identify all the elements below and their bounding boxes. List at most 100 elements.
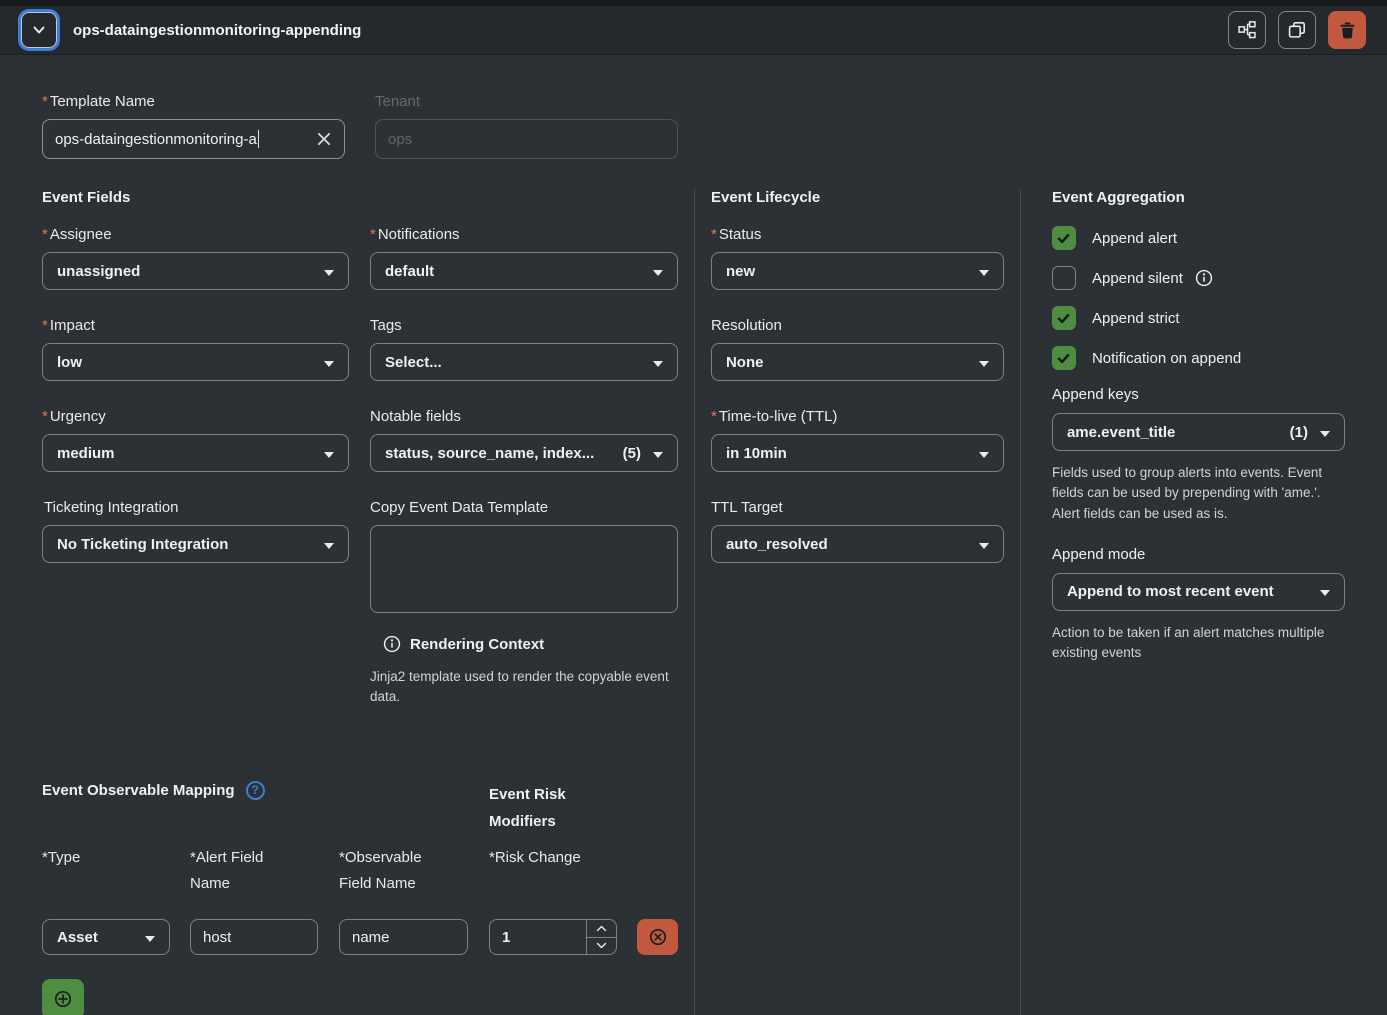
- observable-field-name-input[interactable]: name: [339, 919, 468, 955]
- chevron-down-icon: [979, 354, 989, 371]
- notifications-select[interactable]: default: [370, 252, 678, 290]
- column-divider: [694, 189, 695, 1015]
- chevron-down-icon: [324, 354, 334, 371]
- append-silent-checkbox[interactable]: [1052, 266, 1076, 290]
- template-name-label: *Template Name: [42, 93, 345, 110]
- checkmark-icon: [1056, 311, 1071, 326]
- tenant-placeholder: ops: [388, 131, 412, 148]
- impact-select[interactable]: low: [42, 343, 349, 381]
- clear-input-button[interactable]: [308, 131, 332, 147]
- notable-fields-select[interactable]: status, source_name, index... (5): [370, 434, 678, 472]
- append-keys-description: Fields used to group alerts into events.…: [1052, 463, 1345, 524]
- selected-count-badge: (1): [1282, 424, 1308, 441]
- increment-button[interactable]: [587, 920, 616, 938]
- append-keys-select[interactable]: ame.event_title (1): [1052, 413, 1345, 451]
- trash-icon: [1339, 21, 1356, 39]
- chevron-up-icon: [596, 925, 607, 932]
- info-icon: [1195, 269, 1213, 287]
- copy-event-data-template-label: Copy Event Data Template: [370, 499, 678, 516]
- ticketing-integration-select[interactable]: No Ticketing Integration: [42, 525, 349, 563]
- observable-mapping-heading: Event Observable Mapping: [42, 782, 235, 799]
- notification-on-append-checkbox[interactable]: [1052, 346, 1076, 370]
- column-divider: [1020, 189, 1021, 1015]
- append-alert-checkbox[interactable]: [1052, 226, 1076, 250]
- assignee-select[interactable]: unassigned: [42, 252, 349, 290]
- urgency-label: *Urgency: [42, 408, 349, 425]
- chevron-down-icon: [653, 354, 663, 371]
- append-silent-label: Append silent: [1092, 270, 1183, 287]
- collapse-chevron-button[interactable]: [21, 12, 57, 48]
- chevron-down-icon: [979, 263, 989, 280]
- rendering-context-description: Jinja2 template used to render the copya…: [370, 667, 678, 708]
- ttl-select[interactable]: in 10min: [711, 434, 1004, 472]
- text-cursor: [258, 130, 259, 148]
- rendering-context-label[interactable]: Rendering Context: [410, 636, 544, 653]
- tenant-input[interactable]: ops: [375, 119, 678, 159]
- risk-change-column-header: *Risk Change: [489, 845, 617, 871]
- resolution-select[interactable]: None: [711, 343, 1004, 381]
- close-icon: [316, 131, 332, 147]
- append-silent-info[interactable]: [1195, 269, 1213, 287]
- chevron-down-icon: [596, 942, 607, 949]
- append-mode-description: Action to be taken if an alert matches m…: [1052, 623, 1345, 664]
- workflow-share-button[interactable]: [1228, 11, 1266, 49]
- circle-plus-icon: [53, 989, 73, 1009]
- copy-icon: [1288, 21, 1306, 39]
- tags-label: Tags: [370, 317, 678, 334]
- chevron-down-icon: [324, 445, 334, 462]
- append-mode-select[interactable]: Append to most recent event: [1052, 573, 1345, 611]
- append-keys-label: Append keys: [1052, 386, 1345, 403]
- ttl-target-label: TTL Target: [711, 499, 1004, 516]
- ticketing-integration-label: Ticketing Integration: [42, 499, 349, 516]
- assignee-label: *Assignee: [42, 226, 349, 243]
- decrement-button[interactable]: [587, 938, 616, 955]
- template-header-bar: ops-dataingestionmonitoring-appending: [0, 6, 1387, 55]
- duplicate-button[interactable]: [1278, 11, 1316, 49]
- add-mapping-row-button[interactable]: [42, 979, 84, 1015]
- status-select[interactable]: new: [711, 252, 1004, 290]
- append-alert-label: Append alert: [1092, 230, 1177, 247]
- help-icon[interactable]: ?: [246, 781, 265, 800]
- chevron-down-icon: [30, 21, 48, 39]
- event-observable-mapping-section: Event Observable Mapping ? Event Risk Mo…: [42, 781, 678, 1015]
- info-icon: [383, 635, 401, 653]
- append-strict-label: Append strict: [1092, 310, 1180, 327]
- ttl-label: *Time-to-live (TTL): [711, 408, 1004, 425]
- impact-label: *Impact: [42, 317, 349, 334]
- template-form: *Template Name ops-dataingestionmonitori…: [0, 55, 1387, 1015]
- chevron-down-icon: [653, 263, 663, 280]
- chevron-down-icon: [979, 536, 989, 553]
- type-column-header: *Type: [42, 845, 147, 871]
- chevron-down-icon: [979, 445, 989, 462]
- notifications-label: *Notifications: [370, 226, 678, 243]
- alert-field-name-input[interactable]: host: [190, 919, 318, 955]
- resolution-label: Resolution: [711, 317, 1004, 334]
- tenant-label: Tenant: [375, 93, 678, 110]
- append-strict-checkbox[interactable]: [1052, 306, 1076, 330]
- chevron-down-icon: [653, 445, 663, 462]
- event-lifecycle-heading: Event Lifecycle: [711, 189, 1004, 206]
- hierarchy-icon: [1238, 21, 1256, 39]
- copy-event-data-template-textarea[interactable]: [370, 525, 678, 613]
- status-label: *Status: [711, 226, 1004, 243]
- chevron-down-icon: [1320, 424, 1330, 441]
- observable-mapping-row: Asset host name: [42, 919, 678, 955]
- tags-select[interactable]: Select...: [370, 343, 678, 381]
- event-aggregation-heading: Event Aggregation: [1052, 189, 1345, 206]
- observable-type-select[interactable]: Asset: [42, 919, 170, 955]
- notification-on-append-label: Notification on append: [1092, 350, 1241, 367]
- urgency-select[interactable]: medium: [42, 434, 349, 472]
- chevron-down-icon: [324, 263, 334, 280]
- circle-x-icon: [648, 927, 668, 947]
- template-name-value: ops-dataingestionmonitoring-a: [55, 131, 257, 148]
- chevron-down-icon: [145, 929, 155, 946]
- template-name-input[interactable]: ops-dataingestionmonitoring-a: [42, 119, 345, 159]
- chevron-down-icon: [324, 536, 334, 553]
- remove-mapping-row-button[interactable]: [637, 919, 678, 955]
- template-title: ops-dataingestionmonitoring-appending: [73, 22, 361, 39]
- delete-template-button[interactable]: [1328, 11, 1366, 49]
- selected-count-badge: (5): [615, 445, 641, 462]
- ttl-target-select[interactable]: auto_resolved: [711, 525, 1004, 563]
- event-risk-modifiers-heading: Event Risk Modifiers: [489, 781, 599, 835]
- risk-change-stepper[interactable]: 1: [489, 919, 617, 955]
